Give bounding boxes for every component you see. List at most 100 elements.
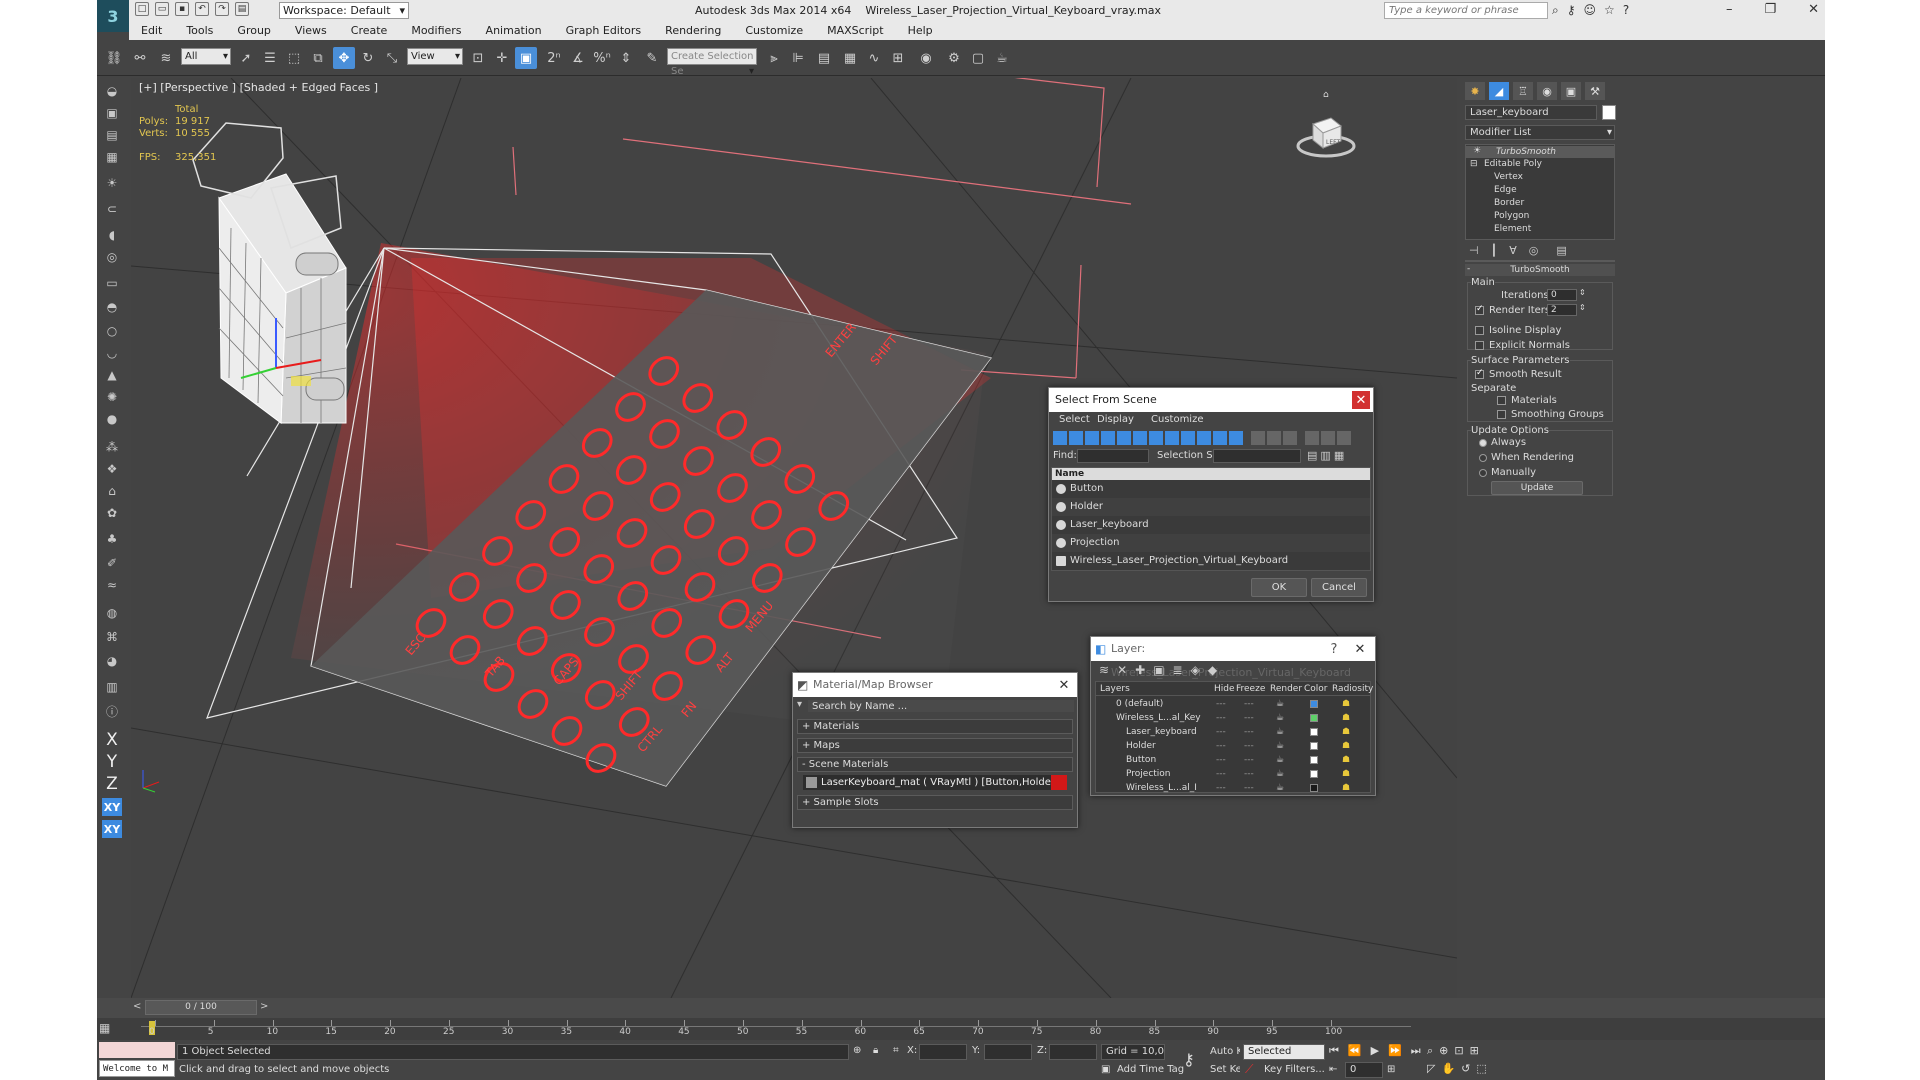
modify-tab-icon[interactable]: ◢	[1489, 82, 1509, 100]
add-time-tag-label[interactable]: Add Time Tag	[1117, 1064, 1184, 1075]
utilities-tab-icon[interactable]: ⚒	[1585, 82, 1605, 100]
named-selection-set-dropdown[interactable]: Create Selection Se ▾	[667, 48, 757, 77]
render-icon[interactable]: ▣	[102, 104, 122, 122]
column-hide[interactable]: Hide	[1214, 684, 1235, 694]
cone-icon[interactable]: ▲	[102, 366, 122, 384]
freeze-toggle[interactable]: ---	[1244, 697, 1254, 711]
freeze-toggle[interactable]: ---	[1244, 753, 1254, 767]
column-layers[interactable]: Layers	[1100, 684, 1130, 694]
save-file-icon[interactable]: ▪	[175, 2, 189, 16]
percent-snap-icon[interactable]: %ⁿ	[591, 47, 613, 69]
star-icon[interactable]: ☆	[1604, 3, 1615, 18]
column-render[interactable]: Render	[1270, 684, 1302, 694]
hierarchy-icon[interactable]	[1321, 431, 1335, 445]
lightbulb-icon[interactable]: ☀	[1473, 146, 1481, 156]
go-to-end-icon[interactable]: ⏭	[1411, 1044, 1421, 1058]
display-cameras-icon[interactable]	[1101, 431, 1115, 445]
zoom-extents-all-icon[interactable]: ⊞	[1470, 1044, 1479, 1058]
layer-color-swatch[interactable]	[1310, 742, 1318, 750]
spinner-arrows-icon[interactable]: ⇕	[1579, 288, 1586, 297]
display-none-icon[interactable]	[1267, 431, 1281, 445]
display-frozen-icon[interactable]	[1213, 431, 1227, 445]
ok-button[interactable]: OK	[1251, 578, 1307, 597]
curve-editor-icon[interactable]: ∿	[863, 47, 885, 69]
hide-toggle[interactable]: ---	[1216, 697, 1226, 711]
window-crossing-icon[interactable]: ⧉	[307, 47, 329, 69]
cancel-button[interactable]: Cancel	[1311, 578, 1367, 597]
x-axis-constraint-icon[interactable]: X	[102, 730, 122, 750]
hide-toggle[interactable]: ---	[1216, 725, 1226, 739]
new-file-icon[interactable]: □	[135, 2, 149, 16]
y-coordinate-field[interactable]	[984, 1044, 1032, 1060]
find-input[interactable]	[1077, 449, 1149, 463]
circle-icon[interactable]: ○	[102, 322, 122, 340]
layer-color-swatch[interactable]	[1310, 714, 1318, 722]
xy-cycle-constraint-icon[interactable]: XY	[102, 820, 122, 838]
layer-color-swatch[interactable]	[1310, 728, 1318, 736]
list-item[interactable]: Projection	[1052, 534, 1370, 552]
plant-icon[interactable]: ♣	[102, 530, 122, 548]
add-to-layer-icon[interactable]: ✚	[1135, 663, 1145, 677]
snap-toggle-icon[interactable]: 2ⁿ	[543, 47, 565, 69]
add-time-tag-icon[interactable]: ▣	[1101, 1064, 1110, 1075]
app-logo-icon[interactable]: 3	[97, 0, 129, 32]
pin-stack-icon[interactable]: ⊣	[1469, 244, 1479, 257]
zoom-icon[interactable]: ⌕	[1427, 1044, 1433, 1058]
teapot-icon[interactable]: ◒	[102, 82, 122, 100]
bowl-icon[interactable]: ◡	[102, 344, 122, 362]
menu-maxscript[interactable]: MAXScript	[815, 22, 895, 40]
cloth-icon[interactable]: ⌂	[102, 482, 122, 500]
display-shapes-icon[interactable]	[1069, 431, 1083, 445]
column-radiosity[interactable]: Radiosity	[1332, 684, 1373, 694]
menu-group[interactable]: Group	[225, 22, 283, 40]
go-to-start-icon[interactable]: ⏮	[1329, 1044, 1339, 1058]
browser-options-icon[interactable]: ▾	[797, 699, 802, 710]
manually-radio[interactable]	[1479, 469, 1487, 477]
hide-toggle[interactable]: ---	[1216, 711, 1226, 725]
column-name-header[interactable]: Name	[1052, 468, 1370, 480]
key-mode-icon[interactable]: ⚷	[1183, 1050, 1195, 1069]
layer-color-swatch[interactable]	[1310, 756, 1318, 764]
schematic-view-icon[interactable]: ⊞	[887, 47, 909, 69]
angle-snap-icon[interactable]: ∡	[567, 47, 589, 69]
y-axis-constraint-icon[interactable]: Y	[102, 752, 122, 772]
minimize-icon[interactable]: –	[1726, 2, 1733, 17]
link-icon[interactable]: ⛓	[103, 47, 125, 69]
modifier-list-dropdown[interactable]: Modifier List ▾	[1465, 125, 1615, 140]
time-config-icon[interactable]: ⊞	[1387, 1064, 1395, 1075]
menu-edit[interactable]: Edit	[129, 22, 174, 40]
teapot-icon[interactable]: ☕	[1276, 697, 1284, 711]
freeze-toggle[interactable]: ---	[1244, 711, 1254, 725]
section-sample-slots[interactable]: + Sample Slots	[797, 795, 1073, 810]
menu-modifiers[interactable]: Modifiers	[399, 22, 473, 40]
help-icon[interactable]: ?	[1623, 3, 1629, 18]
delete-layer-icon[interactable]: ✕	[1117, 663, 1127, 677]
spinner-arrows-icon[interactable]: ⇕	[1579, 303, 1586, 312]
render-iters-spinner[interactable]: 2	[1547, 304, 1577, 316]
display-bones-icon[interactable]	[1181, 431, 1195, 445]
selection-set-dropdown[interactable]	[1213, 449, 1301, 463]
orbit-icon[interactable]: ↺	[1461, 1062, 1470, 1075]
menu-customize[interactable]: Customize	[733, 22, 815, 40]
stack-item-vertex[interactable]: Vertex	[1494, 172, 1523, 182]
remove-modifier-icon[interactable]: ◎	[1529, 244, 1539, 257]
home-icon[interactable]: ⌂	[1323, 90, 1329, 100]
redo-icon[interactable]: ↷	[215, 2, 229, 16]
auto-key-button[interactable]: Auto Key	[1205, 1044, 1241, 1060]
layer-row[interactable]: Wireless_L...al_I --- --- ☕ ☗	[1096, 781, 1370, 795]
layer-color-swatch[interactable]	[1310, 770, 1318, 778]
dynamics-icon[interactable]: ❖	[102, 460, 122, 478]
x-coordinate-field[interactable]	[919, 1044, 967, 1060]
key-icon[interactable]: ⚷	[1567, 3, 1576, 18]
teapot-icon[interactable]: ☕	[1276, 739, 1284, 753]
freeze-toggle[interactable]: ---	[1244, 725, 1254, 739]
create-layer-icon[interactable]: ≋	[1099, 663, 1109, 677]
section-materials[interactable]: + Materials	[797, 719, 1073, 734]
display-hidden-icon[interactable]	[1229, 431, 1243, 445]
close-icon[interactable]: ✕	[1055, 676, 1073, 694]
layer-row[interactable]: Wireless_L...al_Key --- --- ☕ ☗	[1096, 711, 1370, 725]
key-filters-button[interactable]: Key Filters...	[1259, 1062, 1325, 1078]
when-rendering-radio[interactable]	[1479, 454, 1487, 462]
select-manipulate-icon[interactable]: ✛	[491, 47, 513, 69]
hide-toggle[interactable]: ---	[1216, 739, 1226, 753]
